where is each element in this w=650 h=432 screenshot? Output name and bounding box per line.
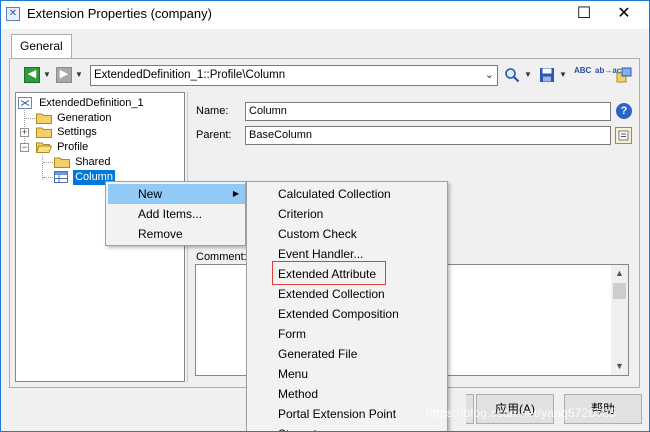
tab-general[interactable]: General [11,34,72,59]
name-label: Name: [196,105,229,117]
submenu-item[interactable]: Extended Collection [249,284,447,304]
comment-scrollbar[interactable]: ▲ ▼ [611,265,628,375]
submenu-item[interactable]: Calculated Collection [249,184,447,204]
scroll-up-icon[interactable]: ▲ [611,265,628,282]
folder-icon [36,126,52,138]
chevron-down-icon[interactable]: ⌄ [485,66,494,85]
submenu-item[interactable]: Extended Composition [249,304,447,324]
spell-check-icon[interactable]: ABC [574,67,591,83]
highlight-outline [272,261,386,285]
tab-strip: General [1,29,649,59]
properties-icon[interactable] [616,67,632,83]
submenu-item[interactable]: Criterion [249,204,447,224]
submenu-item[interactable]: Custom Check [249,224,447,244]
folder-open-icon [35,141,53,153]
comment-label: Comment: [196,251,247,263]
tree-node-shared[interactable]: Shared [54,155,113,170]
submenu-item[interactable]: Menu [249,364,447,384]
tree-line [43,177,53,178]
expand-settings-icon[interactable]: + [20,128,29,137]
menu-item-remove[interactable]: Remove [108,224,245,244]
menu-item-new-label: New [138,187,163,201]
find-dropdown-icon[interactable]: ▼ [524,70,532,79]
back-arrow-icon[interactable]: ◀ [24,67,40,83]
scroll-down-icon[interactable]: ▼ [611,358,628,375]
save-dropdown-icon[interactable]: ▼ [559,70,567,79]
parent-label: Parent: [196,129,232,141]
model-icon [18,97,34,109]
watermark-text: https://blog.csdn.net/yang5726685 [426,406,617,420]
replace-icon[interactable]: ab→ac [595,67,621,83]
forward-arrow-icon[interactable]: ▶ [56,67,72,83]
tree-line [25,118,35,119]
menu-item-new[interactable]: New ▶ [108,184,245,204]
folder-icon [54,156,70,168]
tree-node-profile[interactable]: Profile [35,140,90,155]
title-bar: ✕ Extension Properties (company) ☐ ✕ [1,1,649,29]
find-icon[interactable] [504,67,520,83]
scroll-thumb[interactable] [613,283,626,299]
save-icon[interactable] [539,67,555,83]
back-dropdown-icon[interactable]: ▼ [43,70,51,79]
window-title: Extension Properties (company) [27,6,212,21]
context-menu: New ▶ Add Items... Remove [105,181,246,246]
collapse-profile-icon[interactable]: − [20,143,29,152]
path-value: ExtendedDefinition_1::Profile\Column [94,69,286,81]
tree-node-generation[interactable]: Generation [36,111,114,126]
help-icon[interactable]: ? [616,103,632,119]
toolbar: ◀ ▼ ▶ ▼ ExtendedDefinition_1::Profile\Co… [15,65,635,87]
menu-item-remove-label: Remove [138,227,183,241]
column-icon [54,171,70,183]
app-icon: ✕ [6,7,20,21]
path-combobox[interactable]: ExtendedDefinition_1::Profile\Column ⌄ [90,65,498,86]
parent-properties-icon[interactable] [615,127,632,144]
parent-input[interactable]: BaseColumn [245,126,611,145]
tree-node-settings[interactable]: Settings [36,125,99,140]
menu-item-add-items-label: Add Items... [138,207,203,221]
menu-item-add-items[interactable]: Add Items... [108,204,245,224]
chevron-right-icon: ▶ [232,189,239,198]
submenu-item[interactable]: Form [249,324,447,344]
extension-properties-window: ✕ Extension Properties (company) ☐ ✕ Gen… [0,0,650,432]
submenu-item[interactable]: Stereotype [249,424,447,431]
forward-dropdown-icon[interactable]: ▼ [75,70,83,79]
tree-node-root[interactable]: ExtendedDefinition_1 [18,96,146,111]
name-input[interactable]: Column [245,102,611,121]
submenu-item[interactable]: Portal Extension Point [249,404,447,424]
tree-line [43,162,53,163]
folder-icon [36,112,52,124]
close-button[interactable]: ✕ [601,1,647,29]
new-submenu: Calculated Collection Criterion Custom C… [246,181,448,431]
submenu-item[interactable]: Method [249,384,447,404]
submenu-item[interactable]: Generated File [249,344,447,364]
